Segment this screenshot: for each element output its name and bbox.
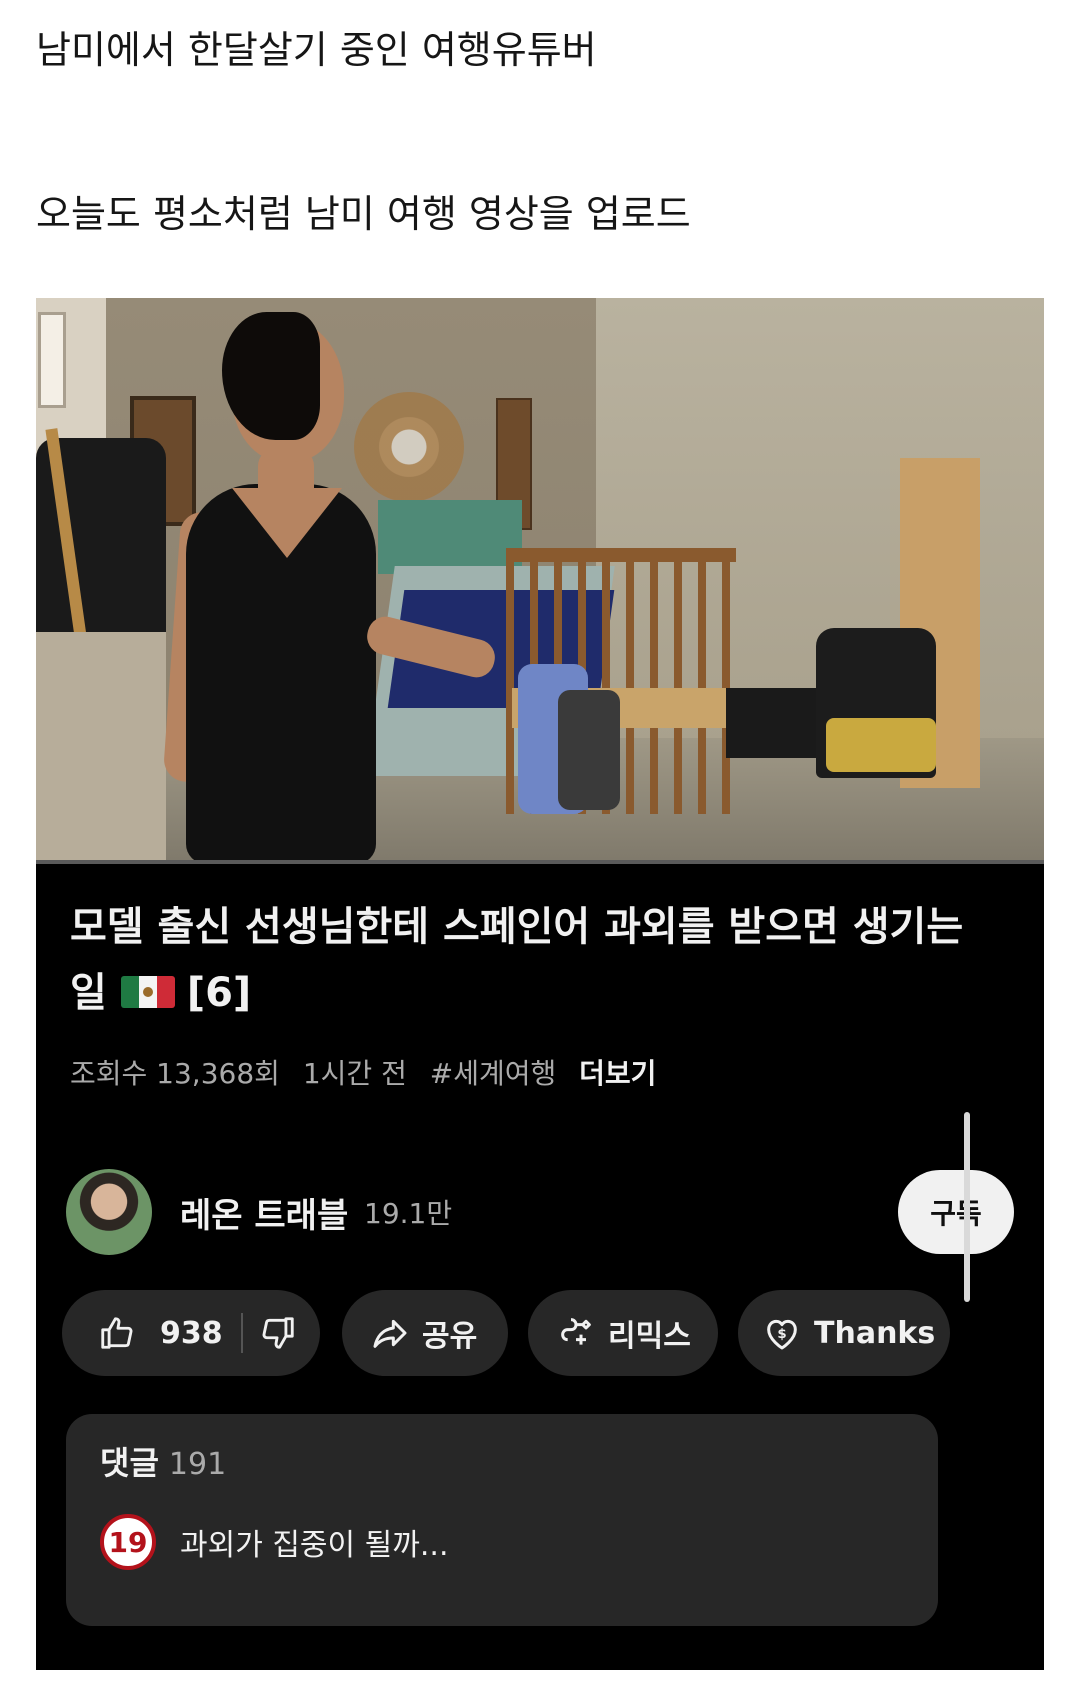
like-dislike-pill: 938 [62,1290,320,1376]
view-count: 조회수 13,368회 [70,1057,280,1090]
heart-dollar-icon: $ [767,1319,797,1350]
age-restriction-badge: 19 [100,1514,156,1570]
video-scene-cushion [826,718,936,772]
video-scene-jacket [558,690,620,810]
post-text-line-1: 남미에서 한달살기 중인 여행유튜버 [36,28,597,72]
upload-time: 1시간 전 [302,1057,407,1090]
avatar[interactable] [66,1169,152,1255]
dislike-button[interactable] [259,1314,297,1352]
thumbs-up-icon [101,1317,133,1349]
video-scene-headboard [378,500,522,574]
thanks-button[interactable]: $ Thanks [738,1290,950,1376]
like-divider [240,1313,243,1353]
thanks-label: Thanks [814,1315,936,1351]
youtube-screenshot: 모델 출신 선생님한테 스페인어 과외를 받으면 생기는 일 [6] 조회수 13… [36,298,1044,1670]
video-scene-crate [726,688,816,758]
comments-label: 댓글 [100,1444,159,1482]
video-scene-dresser [36,632,166,864]
hashtag-link[interactable]: #세계여행 [430,1057,557,1090]
video-player[interactable] [36,298,1044,864]
subscriber-count: 19.1만 [364,1197,453,1230]
scrollbar[interactable] [964,1112,970,1302]
top-comment-text: 과외가 집중이 될까... [180,1528,449,1563]
video-meta: 조회수 13,368회 1시간 전 #세계여행 더보기 [70,1054,670,1094]
comments-panel[interactable]: 댓글 191 19 과외가 집중이 될까... [66,1414,938,1626]
like-count: 938 [160,1315,223,1351]
video-title-episode: [6] [186,970,252,1016]
post-text-line-2: 오늘도 평소처럼 남미 여행 영상을 업로드 [36,192,691,236]
share-button[interactable]: 공유 [342,1290,508,1376]
thumbs-down-icon [262,1317,294,1349]
video-progress-bar[interactable] [36,860,1044,864]
video-scene-mirror [354,392,464,502]
comments-header: 댓글 191 [100,1438,226,1484]
svg-text:$: $ [777,1327,786,1342]
more-link[interactable]: 더보기 [579,1057,656,1090]
remix-icon [561,1318,591,1345]
action-bar: 938 공유 리믹스 $ Thanks [62,1290,1022,1376]
subscribe-button[interactable]: 구독 [898,1170,1014,1254]
channel-row: 레온 트래블 19.1만 구독 [66,1166,1014,1258]
comments-count: 191 [168,1447,227,1482]
mexico-flag-icon [120,976,175,1008]
channel-name[interactable]: 레온 트래블 [180,1188,348,1237]
video-scene-picture-small [38,312,66,408]
like-button[interactable]: 938 [62,1314,223,1352]
video-title: 모델 출신 선생님한테 스페인어 과외를 받으면 생기는 일 [6] [70,894,970,1026]
share-icon [373,1319,407,1348]
share-label: 공유 [422,1319,478,1354]
remix-label: 리믹스 [608,1319,691,1354]
remix-button[interactable]: 리믹스 [528,1290,718,1376]
